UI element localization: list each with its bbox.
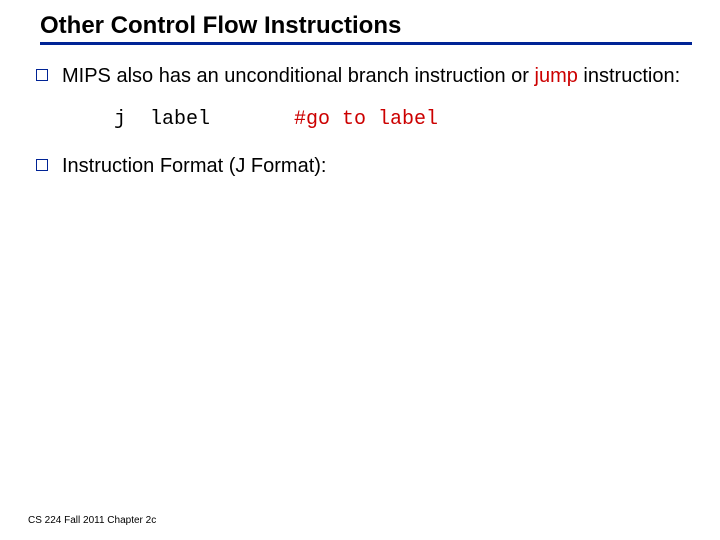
bullet-1: MIPS also has an unconditional branch in…: [36, 63, 684, 90]
bullet-1-jump: jump: [535, 65, 578, 87]
bullet-1-text: MIPS also has an unconditional branch in…: [62, 63, 680, 90]
code-comment: #go to label: [294, 108, 438, 131]
slide-title: Other Control Flow Instructions: [40, 12, 692, 45]
bullet-1-post: instruction:: [578, 65, 680, 87]
footer-text: CS 224 Fall 2011 Chapter 2c: [28, 515, 156, 526]
bullet-2-text: Instruction Format (J Format):: [62, 153, 327, 180]
code-instr: j label: [114, 108, 294, 131]
bullet-2: Instruction Format (J Format):: [36, 153, 684, 180]
bullet-marker-icon: [36, 69, 48, 81]
slide: Other Control Flow Instructions MIPS als…: [0, 0, 720, 540]
code-line: j label #go to label: [114, 108, 684, 131]
bullet-marker-icon: [36, 159, 48, 171]
content-area: MIPS also has an unconditional branch in…: [28, 45, 692, 180]
bullet-1-pre: MIPS also has an unconditional branch in…: [62, 65, 535, 87]
title-block: Other Control Flow Instructions: [28, 12, 692, 45]
